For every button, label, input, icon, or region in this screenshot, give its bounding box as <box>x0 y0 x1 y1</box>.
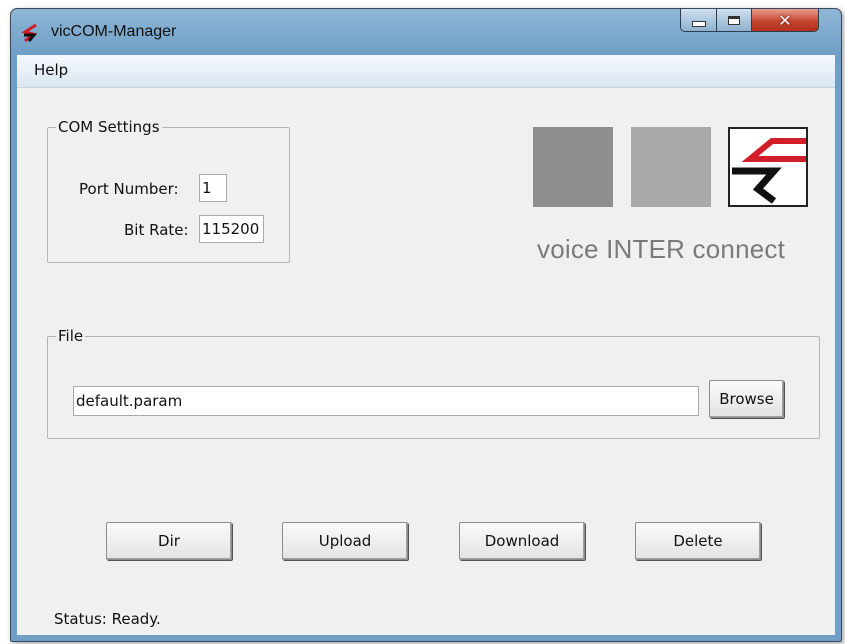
close-icon: ✕ <box>778 10 792 30</box>
close-button[interactable]: ✕ <box>751 9 819 32</box>
file-legend: File <box>58 327 84 345</box>
dir-button[interactable]: Dir <box>106 522 232 560</box>
logo-square-dark <box>533 127 613 207</box>
vic-logo-icon <box>21 23 38 43</box>
bit-rate-input[interactable] <box>199 215 264 243</box>
file-group: File <box>47 327 820 439</box>
delete-button[interactable]: Delete <box>635 522 761 560</box>
window-title: vicCOM-Manager <box>51 23 177 40</box>
upload-button[interactable]: Upload <box>282 522 408 560</box>
port-number-input[interactable] <box>199 174 227 202</box>
client-area: COM Settings Port Number: Bit Rate: voic… <box>17 88 835 635</box>
browse-button[interactable]: Browse <box>709 380 784 418</box>
bit-rate-label: Bit Rate: <box>124 221 189 239</box>
title-bar[interactable]: vicCOM-Manager ✕ <box>11 9 841 55</box>
maximize-button[interactable] <box>716 9 752 32</box>
logo-square-light <box>631 127 711 207</box>
menu-bar: Help <box>17 55 835 88</box>
app-window: vicCOM-Manager ✕ Help COM Settings Port … <box>10 8 842 642</box>
download-button[interactable]: Download <box>459 522 585 560</box>
logo-text: voice INTER connect <box>537 234 786 264</box>
com-settings-legend: COM Settings <box>58 118 160 136</box>
vic-logo-mark-icon <box>728 127 808 207</box>
file-path-input[interactable] <box>73 386 699 416</box>
minimize-icon <box>691 21 706 27</box>
menu-help[interactable]: Help <box>34 61 68 79</box>
minimize-button[interactable] <box>680 9 717 32</box>
maximize-icon <box>728 15 740 25</box>
status-text: Status: Ready. <box>54 610 161 628</box>
port-number-label: Port Number: <box>79 180 179 198</box>
